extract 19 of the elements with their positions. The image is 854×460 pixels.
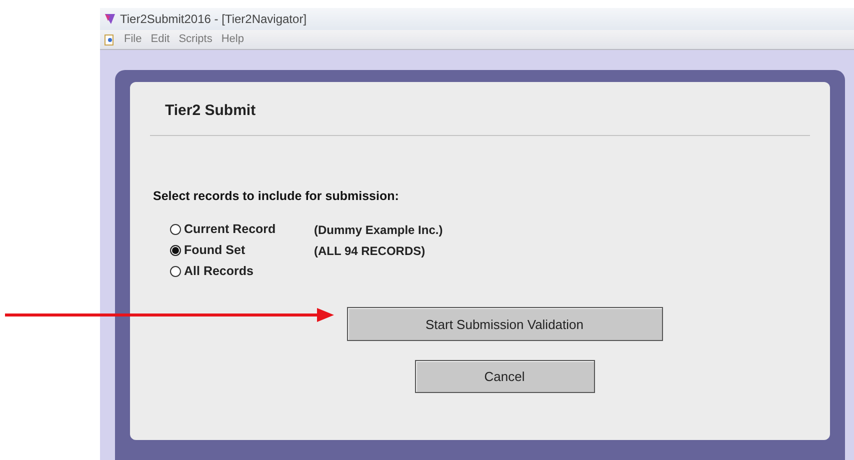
document-icon	[104, 34, 115, 46]
radio-option[interactable]: Current Record	[170, 220, 314, 240]
record-note: (ALL 94 RECORDS)	[314, 242, 426, 260]
radio-option[interactable]: All Records	[170, 262, 314, 282]
prompt-text: Select records to include for submission:	[152, 188, 400, 204]
dialog-title: Tier2 Submit	[164, 101, 257, 121]
radio-button[interactable]	[170, 266, 181, 278]
menu-item[interactable]: File	[124, 31, 142, 48]
radio-button[interactable]	[170, 224, 181, 236]
cancel-button[interactable]: Cancel	[414, 360, 594, 394]
window-title: Tier2Submit2016 - [Tier2Navigator]	[120, 11, 307, 28]
menu-item[interactable]: Help	[221, 31, 244, 48]
radio-option[interactable]: Found Set	[170, 241, 314, 260]
menu-item[interactable]: Scripts	[178, 31, 212, 48]
record-note: (Dummy Example Inc.)	[314, 222, 443, 239]
start-validation-button[interactable]: Start Submission Validation	[346, 307, 662, 342]
menu-item[interactable]: Edit	[150, 31, 170, 48]
app-icon	[104, 13, 116, 25]
radio-button[interactable]	[170, 245, 181, 256]
